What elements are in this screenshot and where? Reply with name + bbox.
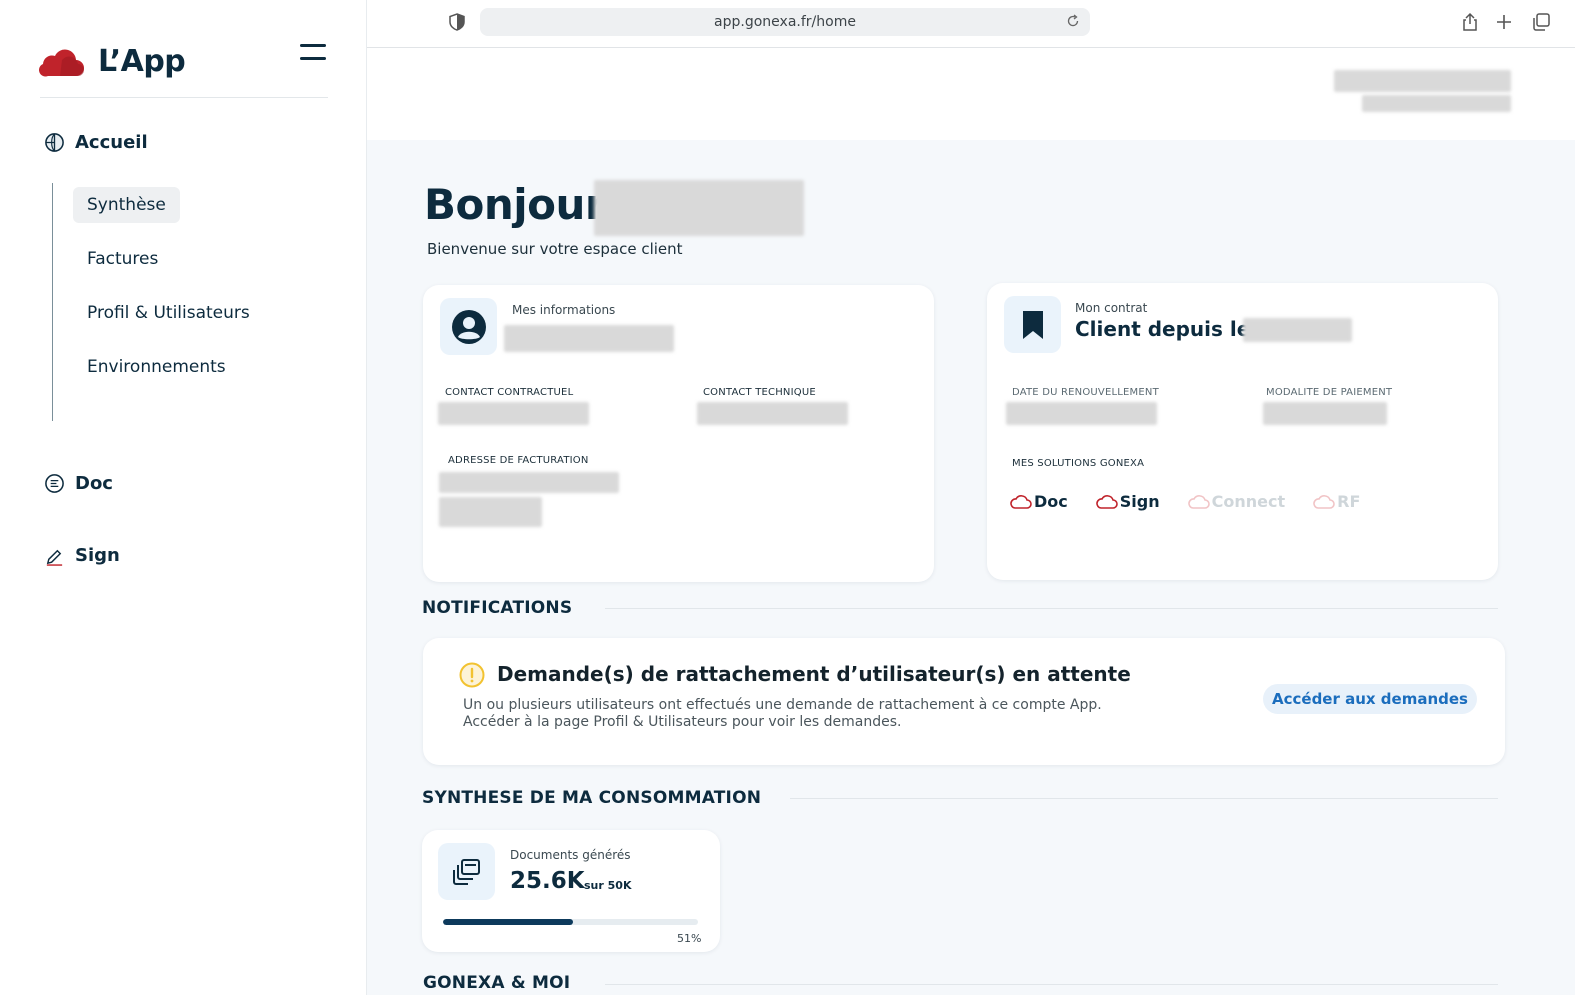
documents-kpi-value: 25.6K [510, 868, 585, 894]
user-circle-icon [451, 309, 486, 344]
browser-toolbar: app.gonexa.fr/home [367, 0, 1575, 48]
documents-icon-tile [438, 843, 495, 900]
warning-icon [459, 662, 485, 688]
app-name: L’App [98, 44, 186, 79]
notification-title: Demande(s) de rattachement d’utilisateur… [497, 662, 1131, 686]
cloud-outline-icon [1187, 494, 1210, 509]
cloud-logo-icon [39, 49, 84, 76]
app-logo[interactable]: L’App [38, 44, 186, 79]
progress-percent: 51% [677, 932, 702, 945]
redacted-contact-contractuel [438, 402, 589, 425]
contract-card: Mon contrat Client depuis le DATE DU REN… [987, 283, 1498, 580]
info-card: Mes informations CONTACT CONTRACTUEL CON… [423, 285, 934, 582]
subnav-item-factures[interactable]: Factures [73, 241, 172, 277]
document-list-icon [45, 474, 64, 493]
menu-toggle-icon[interactable] [300, 44, 326, 66]
redacted-company [504, 325, 674, 352]
welcome-text: Bienvenue sur votre espace client [427, 240, 683, 258]
documents-kpi-label: Documents générés [510, 848, 631, 862]
user-icon-tile [440, 298, 497, 355]
sidebar-item-label: Doc [75, 473, 113, 494]
solution-rf[interactable]: RF [1313, 492, 1360, 511]
contact-contractuel-label: CONTACT CONTRACTUEL [445, 387, 574, 398]
notification-line-1: Un ou plusieurs utilisateurs ont effectu… [463, 697, 1102, 713]
bookmark-icon-tile [1004, 296, 1061, 353]
cloud-outline-icon [1010, 494, 1032, 509]
solution-label: Connect [1211, 492, 1286, 511]
info-card-label: Mes informations [512, 303, 616, 317]
contract-card-label: Mon contrat [1075, 301, 1148, 315]
notifications-heading: NOTIFICATIONS [422, 598, 573, 618]
top-header [367, 48, 1575, 140]
redacted-name [594, 180, 804, 236]
pen-icon [46, 549, 63, 566]
reload-icon[interactable] [1066, 14, 1080, 28]
documents-kpi-total: sur 50K [584, 879, 632, 892]
redacted-payment [1263, 402, 1387, 425]
share-icon[interactable] [1460, 12, 1480, 32]
adresse-label: ADRESSE DE FACTURATION [448, 455, 589, 466]
solution-doc[interactable]: Doc [1010, 492, 1068, 511]
section-divider [605, 984, 1498, 985]
solution-label: Doc [1034, 492, 1068, 511]
consumption-heading: SYNTHESE DE MA CONSOMMATION [422, 788, 762, 808]
redacted-user-company [1362, 95, 1511, 112]
sidebar-item-sign[interactable]: Sign [44, 545, 120, 566]
sidebar-item-label: Accueil [75, 132, 148, 153]
redacted-contact-technique [697, 402, 848, 425]
notification-line-2: Accéder à la page Profil & Utilisateurs … [463, 714, 902, 730]
cloud-outline-icon [1313, 494, 1335, 509]
progress-fill [443, 919, 574, 925]
redacted-client-date [1243, 318, 1352, 342]
subnav-line [52, 183, 53, 421]
renewal-label: DATE DU RENOUVELLEMENT [1012, 387, 1159, 398]
subnav-item-synthese[interactable]: Synthèse [73, 187, 180, 223]
redacted-address-line1 [439, 472, 619, 493]
url-text: app.gonexa.fr/home [714, 14, 856, 30]
access-requests-button[interactable]: Accéder aux demandes [1263, 684, 1477, 714]
tabs-overview-icon[interactable] [1531, 12, 1551, 32]
section-divider [605, 608, 1498, 609]
redacted-address-line2 [439, 497, 542, 527]
subnav-item-environnements[interactable]: Environnements [73, 349, 240, 385]
solution-connect[interactable]: Connect [1187, 492, 1286, 511]
new-tab-icon[interactable] [1494, 12, 1514, 32]
page-title: Bonjour [424, 180, 606, 229]
payment-label: MODALITE DE PAIEMENT [1266, 387, 1393, 398]
solutions-list: Doc Sign Connect RF [1010, 492, 1360, 511]
documents-progress-bar [443, 919, 698, 925]
contact-technique-label: CONTACT TECHNIQUE [703, 387, 816, 398]
contract-card-title: Client depuis le [1075, 317, 1251, 341]
sidebar: L’App Accueil Synthèse Factures Profil &… [0, 0, 367, 995]
documents-stack-icon [452, 858, 480, 885]
bookmark-icon [1022, 310, 1043, 339]
sidebar-item-accueil[interactable]: Accueil [44, 132, 148, 153]
sidebar-item-label: Sign [75, 545, 120, 566]
cloud-outline-icon [1095, 494, 1118, 509]
gonexa-moi-heading: GONEXA & MOI [423, 973, 571, 993]
address-bar[interactable]: app.gonexa.fr/home [480, 8, 1090, 36]
sidebar-divider [40, 97, 328, 98]
solutions-label: MES SOLUTIONS GONEXA [1012, 458, 1145, 469]
redacted-renewal-date [1006, 402, 1157, 425]
subnav-item-profil[interactable]: Profil & Utilisateurs [73, 295, 264, 331]
solution-label: RF [1337, 492, 1361, 511]
globe-icon [45, 133, 64, 152]
solution-sign[interactable]: Sign [1095, 492, 1160, 511]
section-divider [790, 798, 1498, 799]
solution-label: Sign [1119, 492, 1160, 511]
redacted-user-name [1334, 70, 1511, 92]
shield-icon[interactable] [449, 13, 465, 31]
sidebar-item-doc[interactable]: Doc [44, 473, 113, 494]
